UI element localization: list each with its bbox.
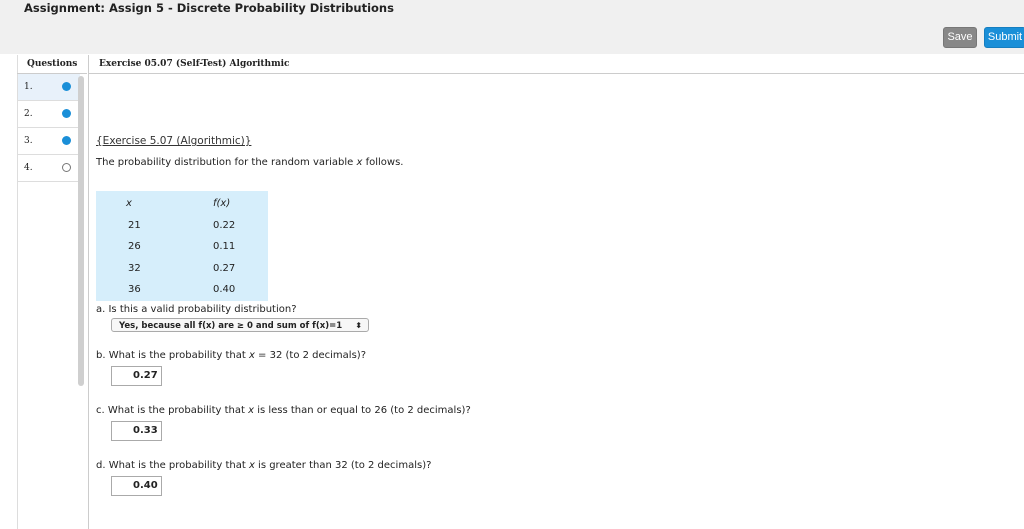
exercise-header: Exercise 05.07 (Self-Test) Algorithmic bbox=[88, 55, 1024, 74]
valid-distribution-select[interactable]: Yes, because all f(x) are ≥ 0 and sum of… bbox=[111, 318, 369, 332]
table-cell-fx: 0.27 bbox=[213, 263, 236, 274]
question-c-text: c. What is the probability that x is les… bbox=[96, 405, 471, 416]
question-number: 2. bbox=[24, 109, 33, 119]
q-pre: b. What is the probability that bbox=[96, 350, 249, 361]
table-cell-x: 26 bbox=[128, 241, 141, 252]
unanswered-dot-icon bbox=[62, 163, 71, 172]
sidebar-scrollbar[interactable] bbox=[78, 76, 84, 386]
q-post: is less than or equal to 26 (to 2 decima… bbox=[254, 405, 471, 416]
sidebar-item-question-2[interactable]: 2. bbox=[18, 101, 80, 128]
table-cell-fx: 0.11 bbox=[213, 241, 236, 252]
answered-dot-icon bbox=[62, 136, 71, 145]
question-number: 3. bbox=[24, 136, 33, 146]
table-cell-fx: 0.40 bbox=[213, 284, 236, 295]
question-d-text: d. What is the probability that x is gre… bbox=[96, 460, 431, 471]
q-post: = 32 (to 2 decimals)? bbox=[254, 350, 367, 361]
answer-b-input[interactable]: 0.27 bbox=[111, 366, 162, 386]
q-pre: d. What is the probability that bbox=[96, 460, 249, 471]
select-value: Yes, because all f(x) are ≥ 0 and sum of… bbox=[119, 321, 343, 331]
intro-pre: The probability distribution for the ran… bbox=[96, 157, 357, 168]
question-number: 4. bbox=[24, 163, 33, 173]
q-pre: c. What is the probability that bbox=[96, 405, 249, 416]
table-cell-fx: 0.22 bbox=[213, 220, 236, 231]
answer-d-input[interactable]: 0.40 bbox=[111, 476, 162, 496]
question-b-text: b. What is the probability that x = 32 (… bbox=[96, 350, 366, 361]
exercise-link[interactable]: {Exercise 5.07 (Algorithmic)} bbox=[96, 135, 251, 147]
select-arrows-icon: ⬍ bbox=[355, 321, 362, 330]
question-a-text: a. Is this a valid probability distribut… bbox=[96, 304, 297, 315]
table-cell-x: 32 bbox=[128, 263, 141, 274]
answered-dot-icon bbox=[62, 109, 71, 118]
table-header-fx: f(x) bbox=[213, 198, 231, 209]
exercise-title: Exercise 05.07 (Self-Test) Algorithmic bbox=[99, 59, 290, 69]
sidebar-item-question-4[interactable]: 4. bbox=[18, 155, 80, 182]
top-bar: Assignment: Assign 5 - Discrete Probabil… bbox=[0, 0, 1024, 54]
intro-text: The probability distribution for the ran… bbox=[96, 157, 403, 168]
submit-button[interactable]: Submit bbox=[984, 27, 1024, 48]
table-cell-x: 36 bbox=[128, 284, 141, 295]
assignment-title: Assignment: Assign 5 - Discrete Probabil… bbox=[24, 1, 394, 15]
probability-table: x f(x) 21 0.22 26 0.11 32 0.27 36 0.40 bbox=[96, 191, 268, 301]
q-post: is greater than 32 (to 2 decimals)? bbox=[254, 460, 432, 471]
question-number: 1. bbox=[24, 82, 33, 92]
table-header-x: x bbox=[126, 198, 132, 209]
save-button[interactable]: Save bbox=[943, 27, 977, 48]
questions-header-label: Questions bbox=[27, 59, 78, 69]
intro-post: follows. bbox=[362, 157, 404, 168]
questions-header: Questions bbox=[17, 55, 87, 74]
answered-dot-icon bbox=[62, 82, 71, 91]
sidebar-item-question-3[interactable]: 3. bbox=[18, 128, 80, 155]
sidebar-item-question-1[interactable]: 1. bbox=[18, 74, 80, 101]
table-cell-x: 21 bbox=[128, 220, 141, 231]
answer-c-input[interactable]: 0.33 bbox=[111, 421, 162, 441]
